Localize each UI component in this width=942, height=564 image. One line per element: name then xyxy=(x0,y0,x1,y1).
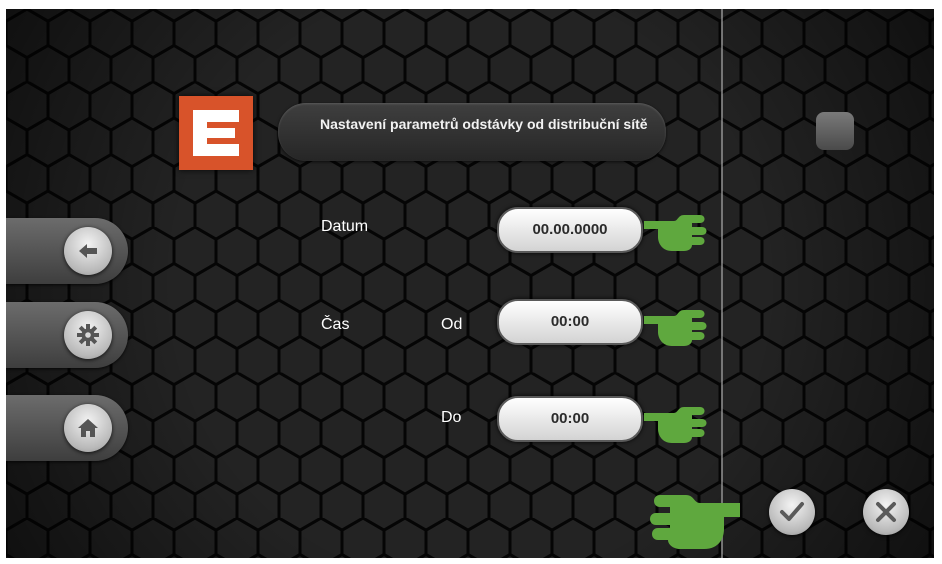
checkmark-icon xyxy=(780,502,804,521)
pointing-hand-icon xyxy=(644,215,707,251)
settings-button[interactable] xyxy=(64,311,112,359)
title-bar: Nastavení parametrů odstávky od distribu… xyxy=(278,103,666,161)
status-indicator xyxy=(816,112,854,150)
arrow-left-icon xyxy=(79,244,97,258)
sidebar-item-back[interactable] xyxy=(6,218,128,284)
pointing-hand-icon xyxy=(650,495,740,549)
pointing-hand-icon xyxy=(644,407,707,443)
date-label: Datum xyxy=(321,218,369,235)
vertical-divider xyxy=(721,9,723,558)
sidebar-item-settings[interactable] xyxy=(6,302,128,368)
page-title: Nastavení parametrů odstávky od distribu… xyxy=(320,116,648,132)
from-time-field[interactable]: 00:00 xyxy=(497,299,643,345)
screen: Nastavení parametrů odstávky od distribu… xyxy=(6,9,934,558)
date-field[interactable]: 00.00.0000 xyxy=(497,207,643,253)
time-label: Čas xyxy=(321,316,350,333)
home-button[interactable] xyxy=(64,404,112,452)
cancel-button[interactable] xyxy=(863,489,909,535)
confirm-button[interactable] xyxy=(769,489,815,535)
from-label: Od xyxy=(441,316,463,333)
back-button[interactable] xyxy=(64,227,112,275)
pointing-hand-icon xyxy=(644,310,707,346)
close-icon xyxy=(876,502,896,522)
to-time-field[interactable]: 00:00 xyxy=(497,396,643,442)
gear-icon xyxy=(77,324,99,346)
sidebar-item-home[interactable] xyxy=(6,395,128,461)
cez-logo xyxy=(179,96,253,170)
to-label: Do xyxy=(441,409,462,426)
home-icon xyxy=(78,419,98,437)
